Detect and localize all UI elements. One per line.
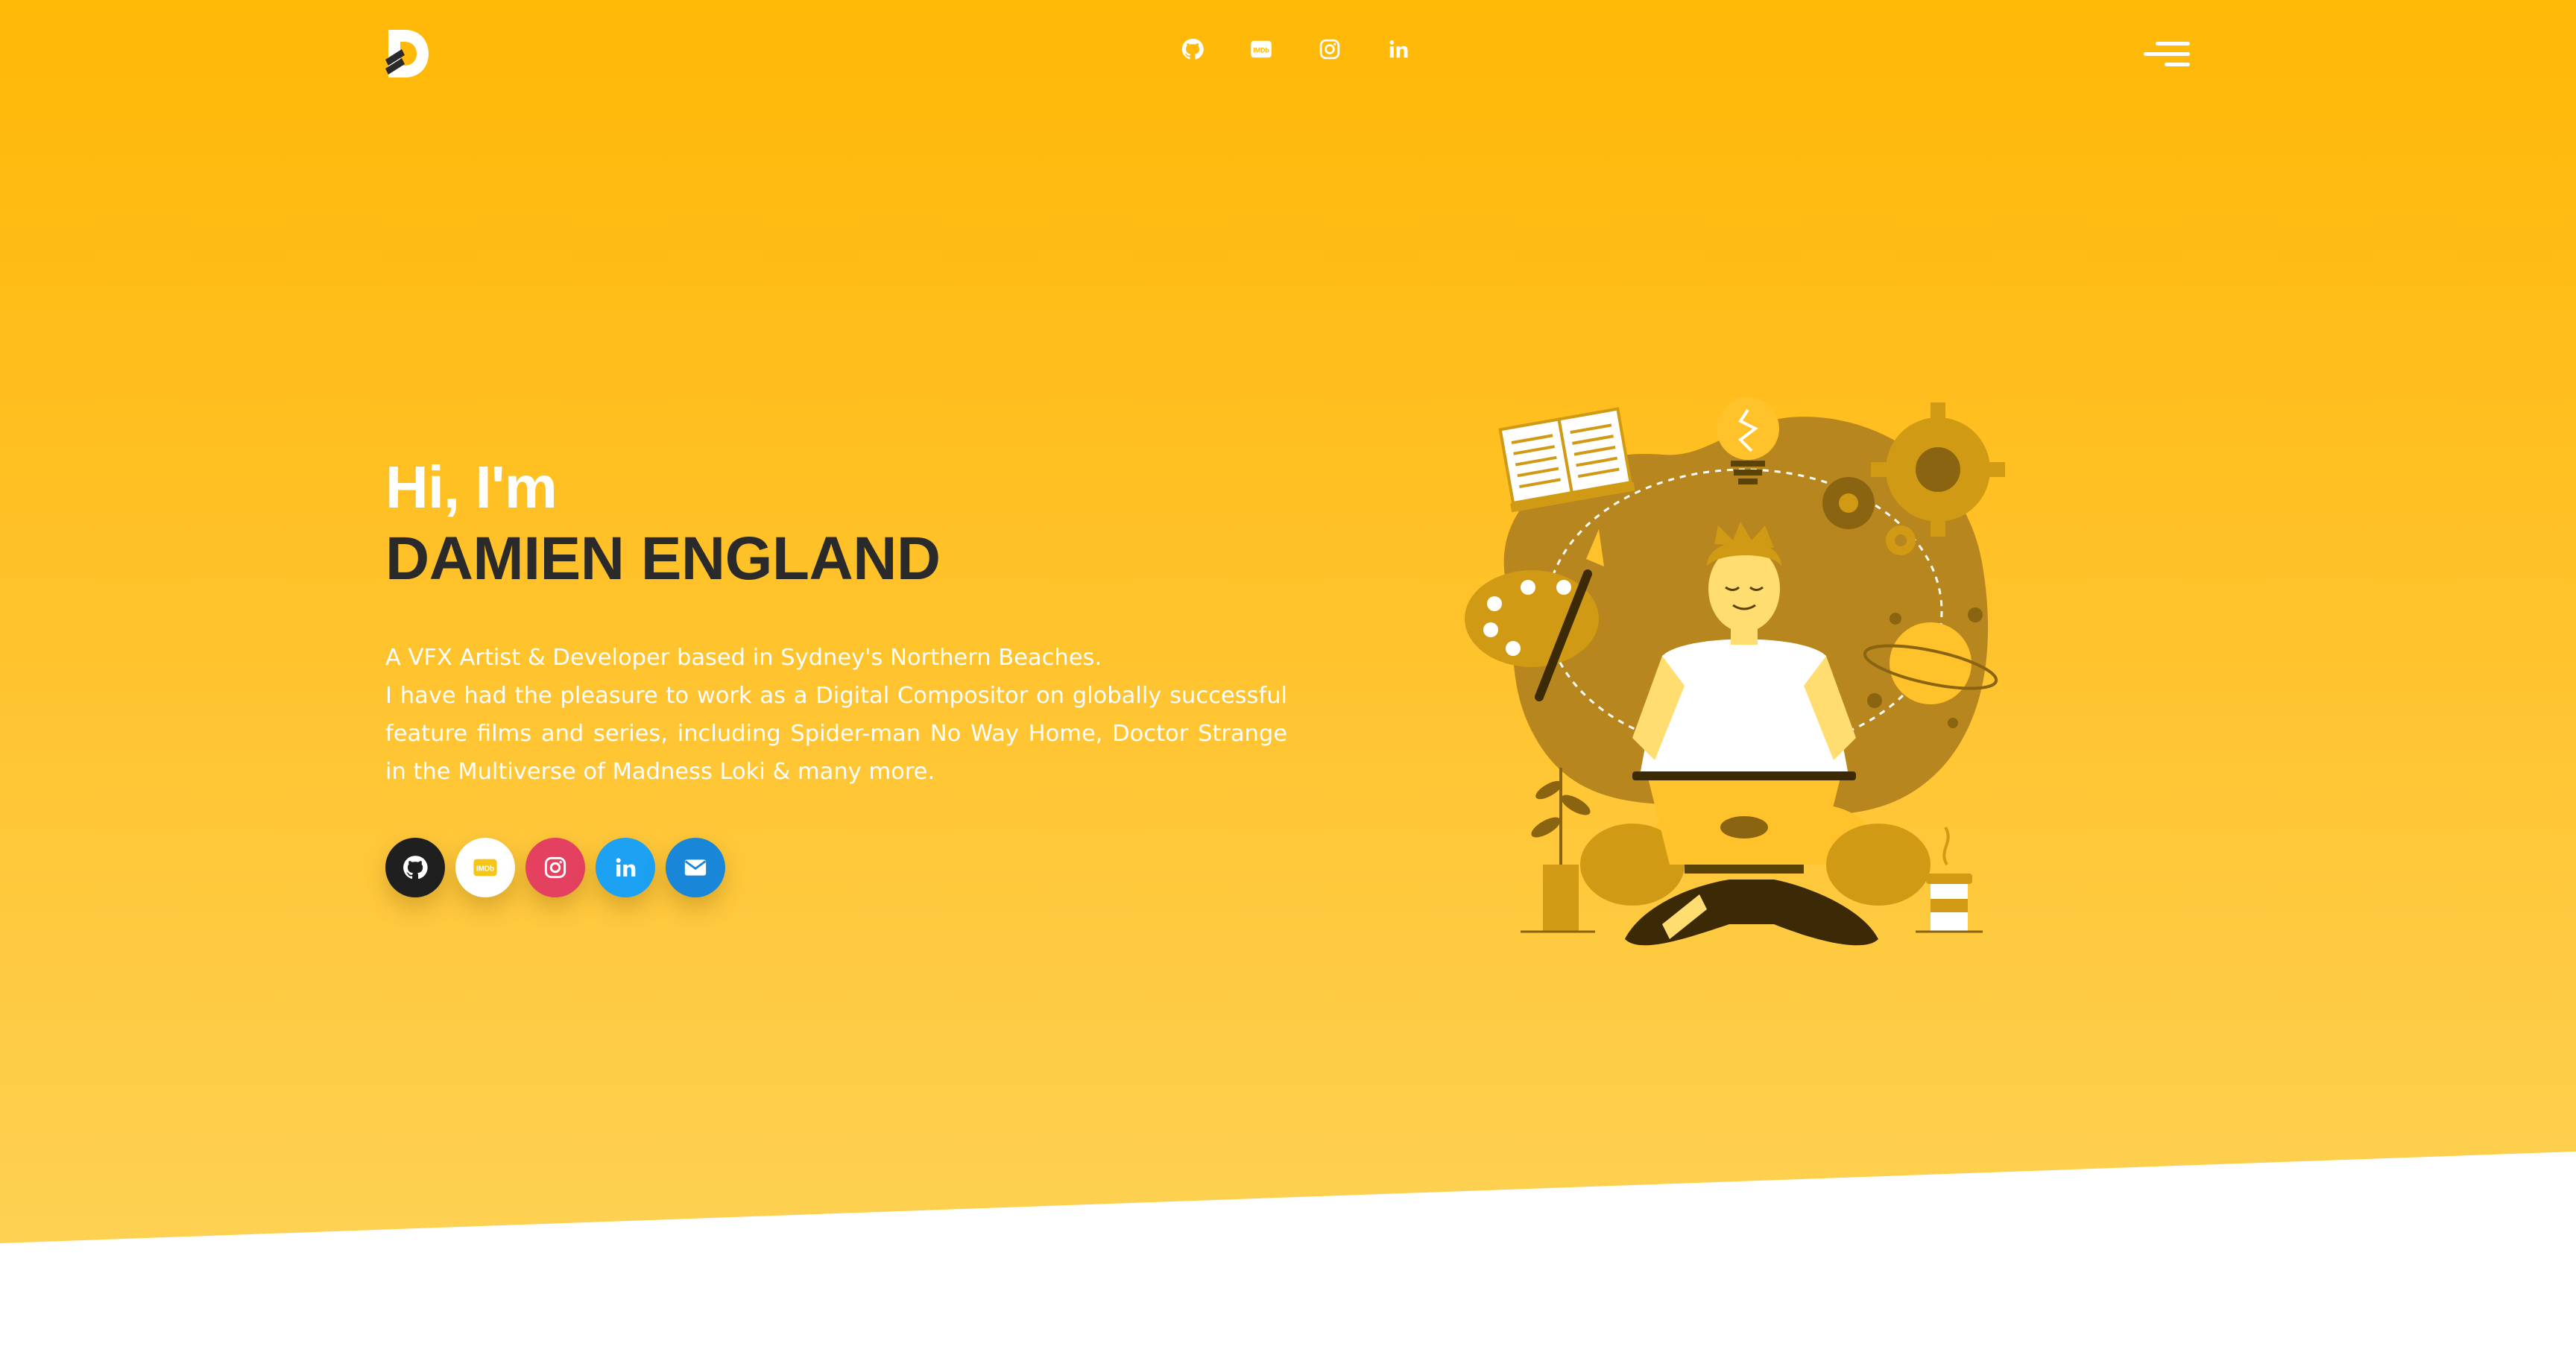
bio-line-1: A VFX Artist & Developer based in Sydney…	[385, 645, 1102, 671]
imdb-icon[interactable]: IMDb	[1246, 34, 1276, 64]
d-logo-icon[interactable]	[385, 30, 429, 78]
github-icon	[403, 856, 428, 879]
svg-text:IMDb: IMDb	[1253, 46, 1269, 54]
instagram-icon[interactable]	[1315, 34, 1345, 64]
linkedin-button[interactable]	[596, 838, 655, 897]
hamburger-menu-icon[interactable]	[2144, 42, 2190, 67]
social-buttons: IMDb	[385, 838, 725, 897]
greeting-text: Hi, I'm	[385, 454, 558, 520]
header-social-links: IMDb	[1178, 34, 1413, 64]
bio-line-2: I have had the pleasure to work as a Dig…	[385, 683, 1287, 785]
imdb-icon: IMDb	[473, 859, 497, 877]
bio-paragraph: A VFX Artist & Developer based in Sydney…	[385, 639, 1287, 791]
instagram-icon	[544, 856, 566, 879]
github-icon[interactable]	[1178, 34, 1208, 64]
linkedin-icon	[616, 858, 636, 877]
page-title: DAMIEN ENGLAND	[385, 525, 941, 593]
svg-text:IMDb: IMDb	[476, 865, 494, 873]
github-button[interactable]	[385, 838, 445, 897]
imdb-button[interactable]: IMDb	[455, 838, 515, 897]
developer-meditation-illustration	[1465, 397, 2005, 946]
email-button[interactable]	[666, 838, 725, 897]
instagram-button[interactable]	[525, 838, 585, 897]
linkedin-icon[interactable]	[1383, 34, 1413, 64]
email-icon	[684, 859, 707, 876]
